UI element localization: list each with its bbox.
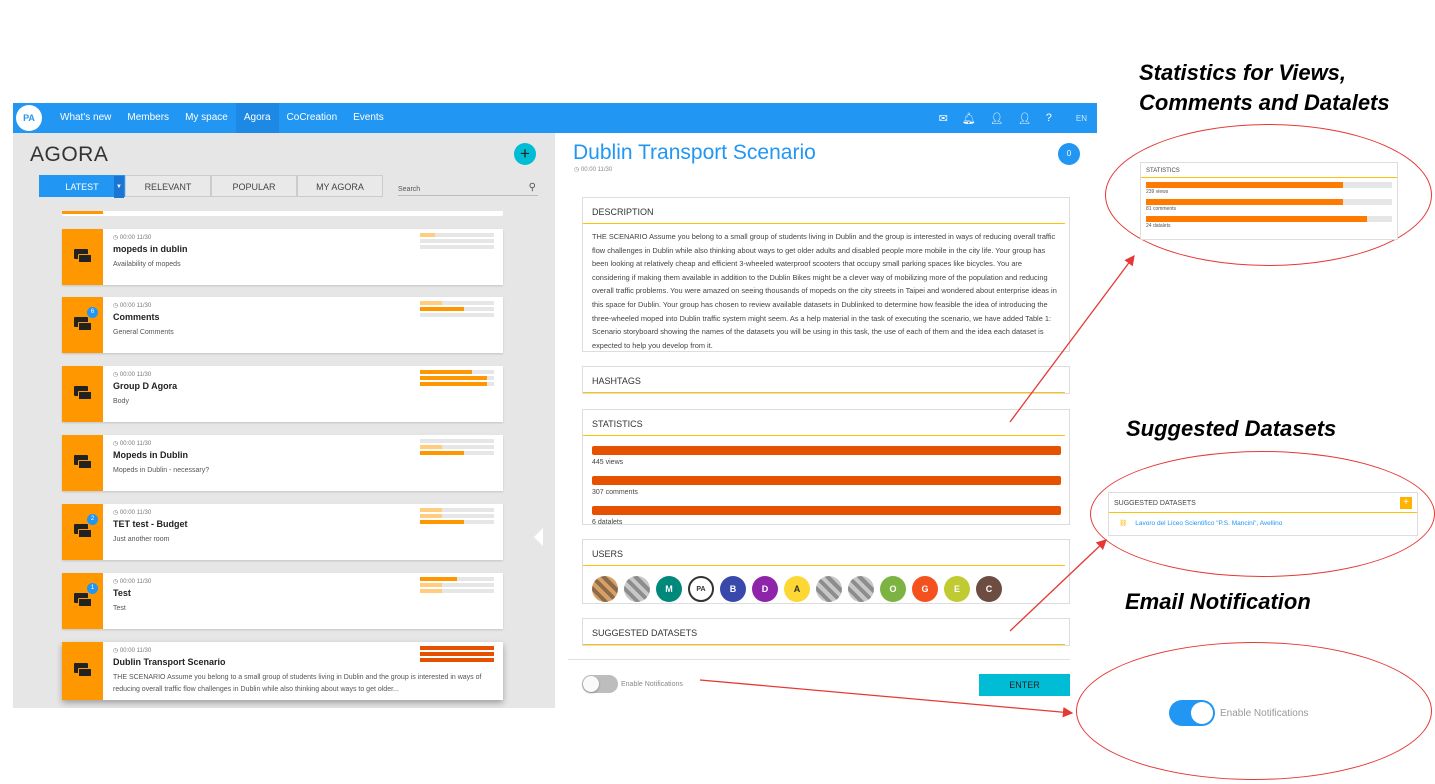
arrow-to-email: [699, 679, 1074, 718]
callout-arrows: [699, 254, 1135, 718]
screenshot-root: PA What's new Members My space Agora CoC…: [0, 0, 1435, 784]
arrow-to-datasets: [1009, 539, 1107, 632]
arrow-to-stats: [1009, 254, 1135, 423]
